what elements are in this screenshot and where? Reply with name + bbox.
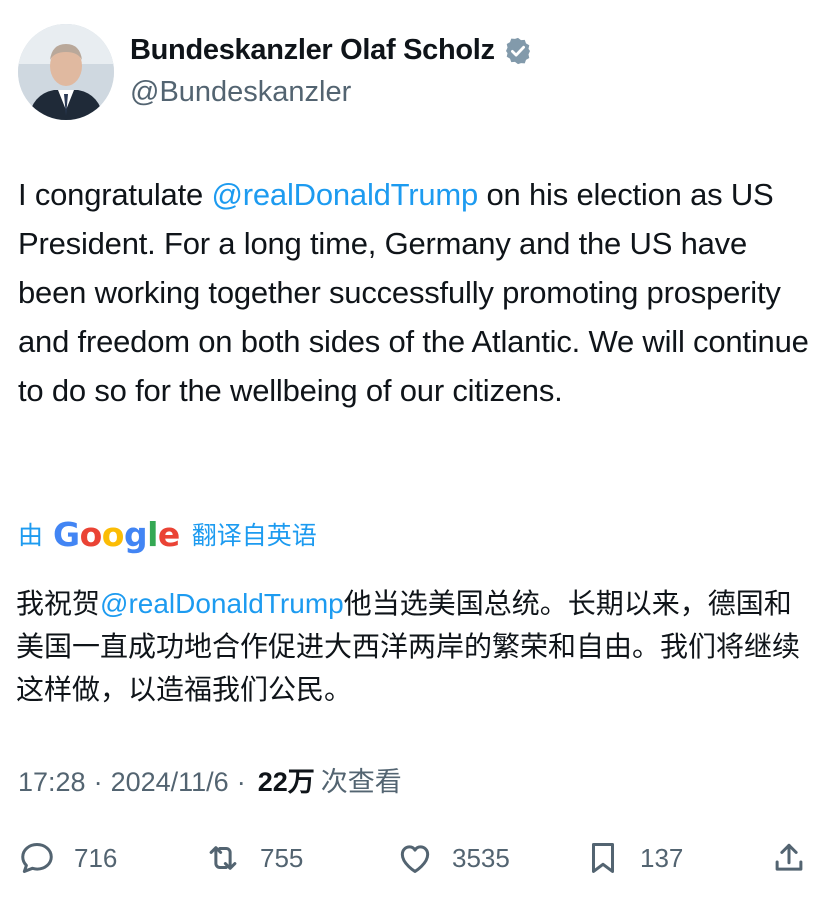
verified-badge-icon bbox=[505, 37, 530, 64]
bookmark-button[interactable]: 137 bbox=[584, 830, 683, 886]
reply-count: 716 bbox=[74, 842, 118, 873]
tweet-meta: 17:28 · 2024/11/6 · 22万 次查看 bbox=[18, 760, 402, 799]
bookmark-count: 137 bbox=[640, 842, 684, 873]
handle[interactable]: @Bundeskanzler bbox=[130, 76, 351, 109]
google-logo: Google bbox=[53, 514, 180, 554]
reply-icon bbox=[21, 843, 53, 873]
views-label: 次查看 bbox=[320, 767, 402, 797]
translated-text: 我祝贺@realDonaldTrump他当选美国总统。长期以来，德国和美国一直成… bbox=[16, 582, 806, 711]
translated-text-part1: 我祝贺 bbox=[16, 588, 101, 619]
translation-suffix: 翻译自英语 bbox=[191, 522, 317, 550]
repost-button[interactable]: 755 bbox=[204, 830, 303, 886]
name-row: Bundeskanzler Olaf Scholz bbox=[130, 34, 533, 67]
tweet-text-part1: I congratulate bbox=[18, 177, 212, 212]
heart-icon bbox=[400, 845, 430, 873]
tweet-text: I congratulate @realDonaldTrump on his e… bbox=[18, 170, 818, 415]
share-icon bbox=[775, 843, 803, 871]
repost-count: 755 bbox=[260, 842, 304, 873]
tweet-time[interactable]: 17:28 bbox=[18, 767, 86, 798]
like-count: 3535 bbox=[452, 842, 510, 873]
tweet-header: Bundeskanzler Olaf Scholz @Bundeskanzler bbox=[18, 24, 808, 124]
like-button[interactable]: 3535 bbox=[396, 830, 510, 886]
tweet-date[interactable]: 2024/11/6 bbox=[111, 767, 229, 798]
avatar[interactable] bbox=[18, 24, 114, 120]
translated-mention-link[interactable]: @realDonaldTrump bbox=[100, 588, 344, 619]
meta-separator: · bbox=[93, 767, 103, 797]
mention-link[interactable]: @realDonaldTrump bbox=[211, 177, 478, 212]
profile-photo bbox=[18, 24, 114, 120]
views-count: 22万 bbox=[257, 767, 315, 797]
reply-button[interactable]: 716 bbox=[18, 830, 117, 886]
translation-prefix: 由 bbox=[18, 522, 44, 550]
share-button[interactable] bbox=[770, 830, 808, 886]
display-name[interactable]: Bundeskanzler Olaf Scholz bbox=[130, 34, 495, 67]
translation-attribution[interactable]: 由 Google 翻译自英语 bbox=[18, 512, 317, 556]
bookmark-icon bbox=[591, 843, 615, 873]
meta-separator: · bbox=[236, 767, 246, 797]
action-bar: 716 755 3535 137 bbox=[0, 830, 828, 886]
repost-icon bbox=[209, 846, 237, 870]
